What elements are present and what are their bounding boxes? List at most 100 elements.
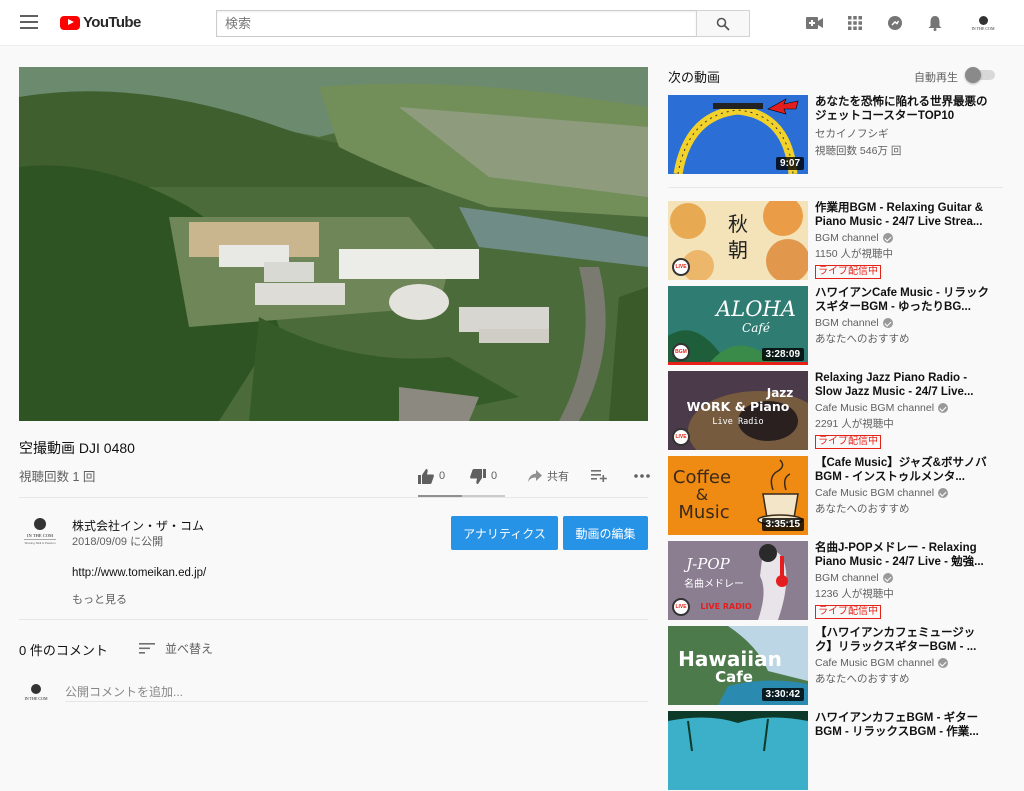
thumb-text: Live Radio — [712, 417, 763, 427]
edit-video-button[interactable]: 動画の編集 — [563, 516, 648, 550]
video-thumbnail[interactable]: 9:07 — [668, 95, 808, 174]
video-description[interactable]: http://www.tomeikan.ed.jp/ — [72, 567, 206, 579]
thumb-text: LIVE RADIO — [700, 602, 751, 611]
video-info: 作業用BGM - Relaxing Guitar & Piano Music -… — [815, 201, 990, 279]
channel-name[interactable]: 株式会社イン・ザ・コム — [72, 517, 204, 534]
video-thumbnail[interactable]: Jazz WORK & Piano Live Radio LIVE — [668, 371, 808, 450]
autoplay-toggle[interactable] — [965, 67, 997, 83]
search-icon — [716, 17, 730, 31]
recommended-video[interactable]: Jazz WORK & Piano Live Radio LIVE Relaxi… — [668, 371, 1008, 451]
video-player[interactable] — [19, 67, 648, 421]
channel-name: Cafe Music BGM channel — [815, 657, 990, 669]
video-info: 名曲J-POPメドレー - Relaxing Piano Music - 24/… — [815, 541, 990, 619]
notifications-bell-icon[interactable] — [922, 10, 948, 36]
more-horiz-icon — [634, 474, 650, 478]
youtube-logo[interactable]: YouTube — [60, 14, 141, 31]
share-button[interactable]: 共有 — [528, 468, 569, 484]
video-thumbnail[interactable] — [668, 711, 808, 790]
dislike-button[interactable]: 0 — [470, 468, 518, 484]
share-label: 共有 — [547, 471, 569, 483]
video-title: 空撮動画 DJI 0480 — [19, 440, 135, 456]
search-button[interactable] — [696, 10, 750, 37]
channel-name-text: BGM channel — [815, 572, 879, 584]
video-thumbnail[interactable]: ALOHA Café BGM 3:28:09 — [668, 286, 808, 365]
comments-count: 0 件のコメント — [19, 643, 108, 658]
thumb-text: Music — [678, 502, 729, 523]
commenter-logo-icon — [31, 684, 41, 694]
channel-name-text: BGM channel — [815, 232, 879, 244]
video-upload-icon[interactable] — [802, 10, 828, 36]
view-count: 視聴回数 546万 回 — [815, 145, 902, 157]
live-channel-icon: LIVE — [672, 428, 690, 446]
thumb-text: WORK & Piano — [687, 399, 790, 414]
thumb-text: Jazz — [766, 386, 794, 400]
show-more-link[interactable]: もっと見る — [72, 591, 127, 607]
recommended-video[interactable]: ALOHA Café BGM 3:28:09 ハワイアンCafe Music -… — [668, 286, 1008, 366]
search-bar — [216, 10, 750, 37]
channel-name-text: Cafe Music BGM channel — [815, 657, 935, 669]
thumb-text: 名曲メドレー — [684, 577, 744, 590]
live-badge: ライブ配信中 — [815, 605, 881, 619]
channel-name-text: Cafe Music BGM channel — [815, 402, 935, 414]
toggle-knob — [965, 67, 981, 83]
video-info: ハワイアンCafe Music - リラックスギターBGM - ゆったりBG..… — [815, 286, 990, 346]
video-title[interactable]: ハワイアンカフェBGM - ギターBGM - リラックスBGM - 作業... — [815, 711, 990, 739]
verified-icon — [882, 573, 893, 583]
share-icon — [528, 470, 542, 482]
like-button[interactable]: 0 — [418, 468, 462, 484]
like-count: 0 — [439, 470, 446, 482]
video-info: 【Cafe Music】ジャズ&ボサノバBGM - インストゥルメンタ... C… — [815, 456, 990, 516]
up-next-label: 次の動画 — [668, 70, 721, 85]
channel-avatar-tagline: Sharing Skill & Passion — [24, 539, 56, 545]
recommended-video[interactable]: ハワイアンカフェBGM - ギターBGM - リラックスBGM - 作業... — [668, 711, 1008, 791]
top-icons: IN THE COM — [802, 10, 996, 36]
add-to-playlist-button[interactable] — [591, 470, 612, 482]
video-title[interactable]: 【ハワイアンカフェミュージック】リラックスギターBGM - ... — [815, 626, 990, 654]
logo-text: YouTube — [83, 14, 141, 31]
channel-logo-icon — [34, 518, 46, 530]
viewer-count: 1150 人が視聴中 — [815, 248, 893, 260]
messages-icon[interactable] — [882, 10, 908, 36]
video-duration: 9:07 — [775, 157, 804, 170]
recommendation-reason: あなたへのおすすめ — [815, 333, 910, 345]
channel-name: BGM channel — [815, 232, 990, 244]
video-thumbnail[interactable]: 秋 朝 LIVE — [668, 201, 808, 280]
analytics-button[interactable]: アナリティクス — [451, 516, 558, 550]
video-title[interactable]: Relaxing Jazz Piano Radio - Slow Jazz Mu… — [815, 371, 990, 399]
verified-icon — [938, 488, 949, 498]
video-title[interactable]: 【Cafe Music】ジャズ&ボサノバBGM - インストゥルメンタ... — [815, 456, 990, 484]
channel-name: BGM channel — [815, 317, 990, 329]
verified-icon — [938, 658, 949, 668]
video-frame-aerial-landscape — [19, 67, 648, 421]
menu-icon[interactable] — [20, 15, 38, 29]
video-thumbnail[interactable]: J-POP 名曲メドレー LIVE RADIO LIVE — [668, 541, 808, 620]
channel-name-text: BGM channel — [815, 317, 879, 329]
thumbs-down-icon — [470, 468, 486, 484]
more-actions-button[interactable] — [634, 474, 655, 478]
channel-avatar[interactable]: IN THE COM Sharing Skill & Passion — [20, 515, 60, 555]
live-badge: ライブ配信中 — [815, 435, 881, 449]
video-title[interactable]: 名曲J-POPメドレー - Relaxing Piano Music - 24/… — [815, 541, 990, 569]
apps-grid-icon[interactable] — [842, 10, 868, 36]
commenter-avatar: IN THE COM — [20, 684, 52, 712]
publish-date: 2018/09/09 に公開 — [72, 536, 164, 548]
thumb-text: ALOHA — [714, 297, 796, 321]
video-title[interactable]: ハワイアンCafe Music - リラックスギターBGM - ゆったりBG..… — [815, 286, 990, 314]
account-avatar[interactable]: IN THE COM — [970, 10, 996, 36]
channel-name: セカイノフシギ — [815, 126, 990, 141]
commenter-avatar-brand: IN THE COM — [24, 696, 48, 701]
recommended-video[interactable]: J-POP 名曲メドレー LIVE RADIO LIVE 名曲J-POPメドレー… — [668, 541, 1008, 621]
video-thumbnail[interactable]: Hawaiian Cafe 3:30:42 — [668, 626, 808, 705]
recommended-video[interactable]: 9:07 あなたを恐怖に陥れる世界最悪のジェットコースターTOP10 セカイノフ… — [668, 95, 1008, 175]
recommended-video[interactable]: Coffee & Music 3:35:15 【Cafe Music】ジャズ&ボ… — [668, 456, 1008, 536]
sort-label: 並べ替え — [165, 642, 214, 656]
video-title[interactable]: 作業用BGM - Relaxing Guitar & Piano Music -… — [815, 201, 990, 229]
video-thumbnail[interactable]: Coffee & Music 3:35:15 — [668, 456, 808, 535]
recommended-video[interactable]: 秋 朝 LIVE 作業用BGM - Relaxing Guitar & Pian… — [668, 201, 1008, 281]
recommended-video[interactable]: Hawaiian Cafe 3:30:42 【ハワイアンカフェミュージック】リラ… — [668, 626, 1008, 706]
video-title[interactable]: あなたを恐怖に陥れる世界最悪のジェットコースターTOP10 — [815, 95, 990, 123]
search-input[interactable] — [216, 10, 696, 37]
add-comment-input[interactable] — [65, 682, 648, 702]
divider — [19, 497, 648, 498]
sort-comments-button[interactable]: 並べ替え — [139, 640, 213, 657]
